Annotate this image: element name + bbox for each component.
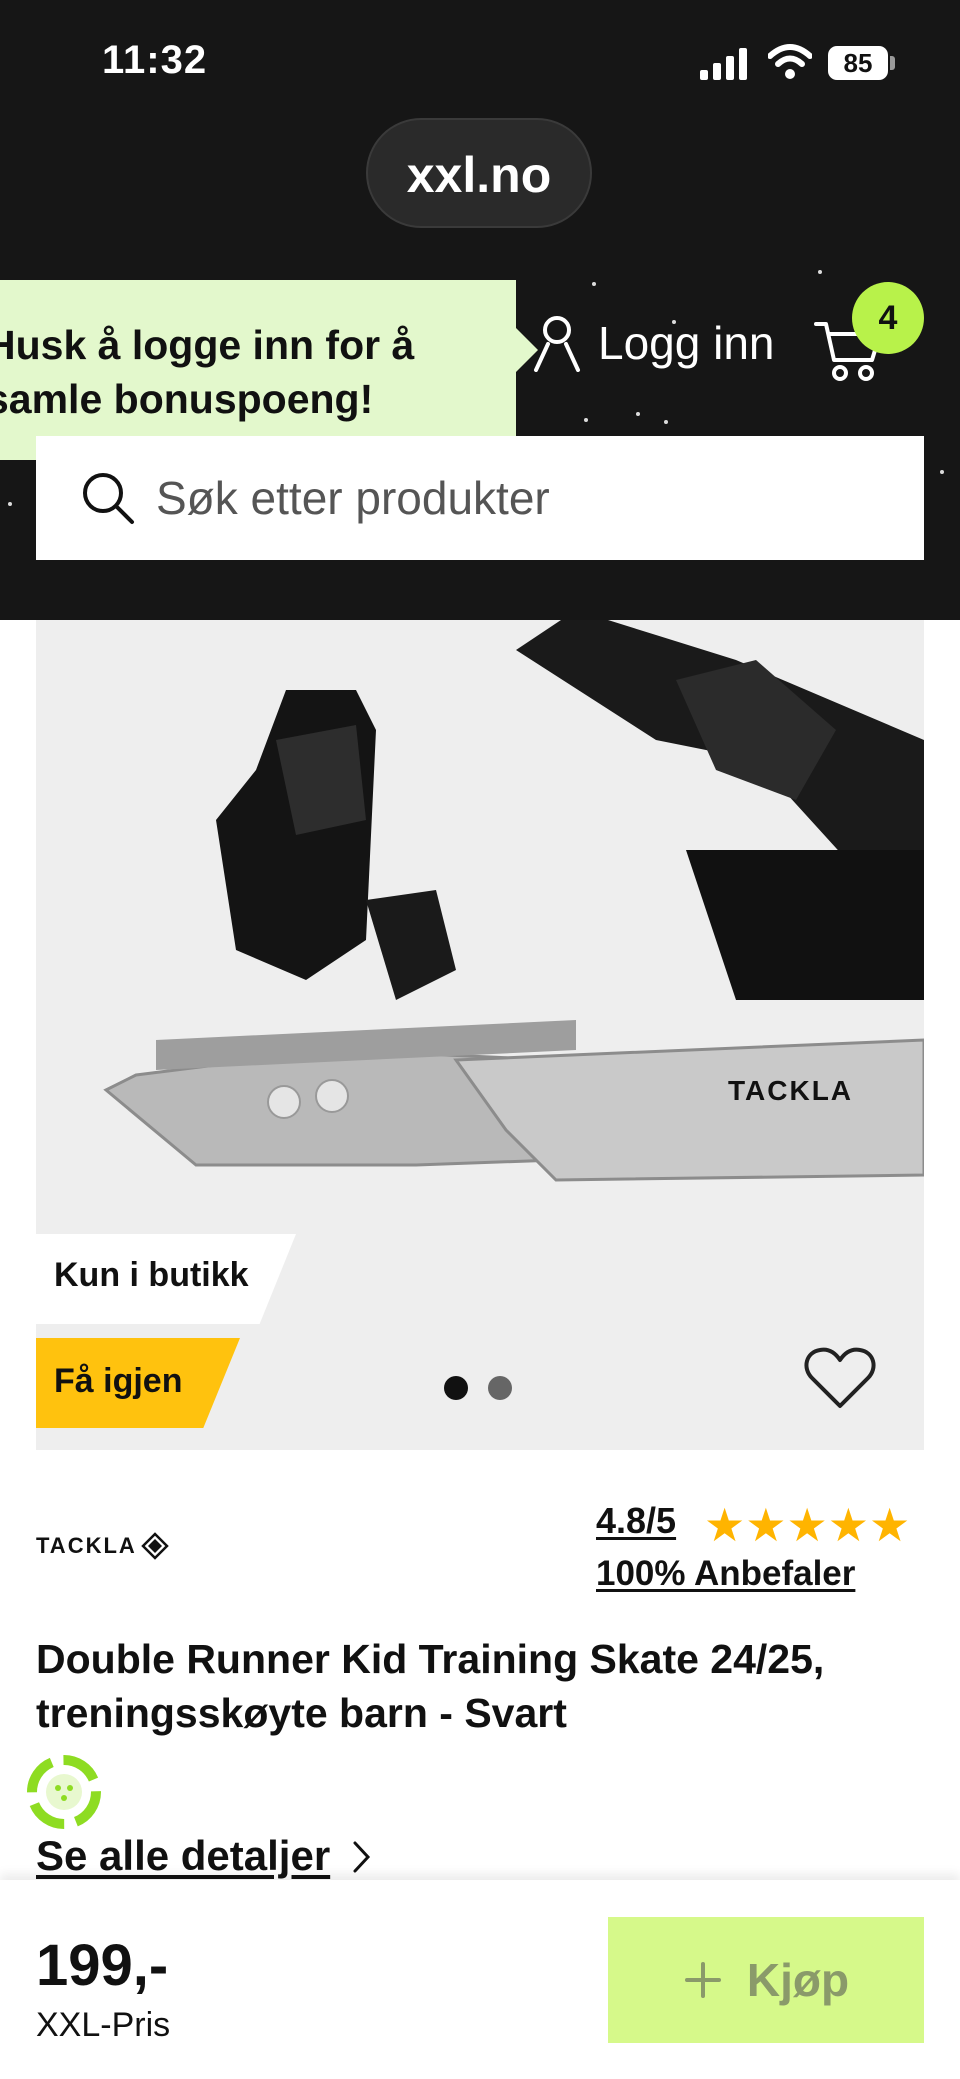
purchase-bar: 199,- XXL-Pris Kjøp [0,1880,960,2079]
heart-icon[interactable] [804,1346,876,1410]
snow-dot [636,412,640,416]
snow-dot [584,418,588,422]
brand-emblem-icon [141,1532,169,1560]
restock-label: Få igjen [54,1362,183,1400]
store-only-label: Kun i butikk [54,1256,249,1294]
brand-logo[interactable]: TACKLA [36,1532,169,1560]
star-icon: ★ [745,1499,787,1551]
product-image-carousel[interactable]: TACKLA Kun i butikk Få igjen [36,620,924,1450]
battery-tip [890,56,895,70]
store-only-tag: Kun i butikk [36,1234,296,1324]
promo-text: Husk å logge inn for å samle bonuspoeng! [0,322,415,422]
snow-dot [664,420,668,424]
buy-label: Kjøp [746,1954,850,2006]
battery-level: 85 [828,46,888,80]
price: 199,- [36,1933,169,1998]
star-icon: ★ [827,1499,869,1551]
see-all-details-link[interactable]: Se alle detaljer [36,1832,330,1880]
snow-dot [940,470,944,474]
brand-name: TACKLA [36,1533,137,1558]
product-title: Double Runner Kid Training Skate 24/25, … [36,1636,825,1736]
login-label: Logg inn [598,317,775,369]
status-time: 11:32 [102,38,208,82]
chevron-right-icon[interactable] [352,1840,372,1874]
restock-tag: Få igjen [36,1338,240,1428]
login-button[interactable]: Logg inn [532,314,775,372]
price-label: XXL-Pris [36,2006,171,2044]
snow-dot [8,502,12,506]
browser-url[interactable]: xxl.no [366,118,592,228]
rating-value[interactable]: 4.8/5 [596,1500,676,1542]
blade-brand-text: TACKLA [728,1075,853,1106]
site-header: 11:32 85 xxl.no Husk å logge inn for å s… [0,0,960,620]
plus-icon [684,1962,721,1998]
snow-dot [592,282,596,286]
carousel-dot-active[interactable] [444,1376,468,1400]
star-icon: ★ [704,1499,746,1551]
search-placeholder: Søk etter produkter [156,472,550,524]
star-icon: ★ [786,1499,828,1551]
snow-dot [818,270,822,274]
carousel-indicator [444,1376,512,1400]
buy-button[interactable]: Kjøp [608,1917,924,2043]
star-icon: ★ [869,1499,911,1551]
search-icon [83,473,134,524]
recommend-percentage[interactable]: 100% Anbefaler [596,1554,855,1594]
login-promo-banner: Husk å logge inn for å samle bonuspoeng! [0,280,516,460]
carousel-dot[interactable] [488,1376,512,1400]
signal-icon [700,48,747,80]
eco-badge-icon[interactable] [20,1748,108,1836]
wifi-icon [768,44,812,79]
search-input[interactable]: Søk etter produkter [36,436,924,560]
user-icon [534,316,580,372]
product-photo: TACKLA [103,620,924,1182]
rating-stars: ★ ★ ★ ★ ★ [704,1502,910,1548]
cart-count-badge: 4 [852,282,924,354]
